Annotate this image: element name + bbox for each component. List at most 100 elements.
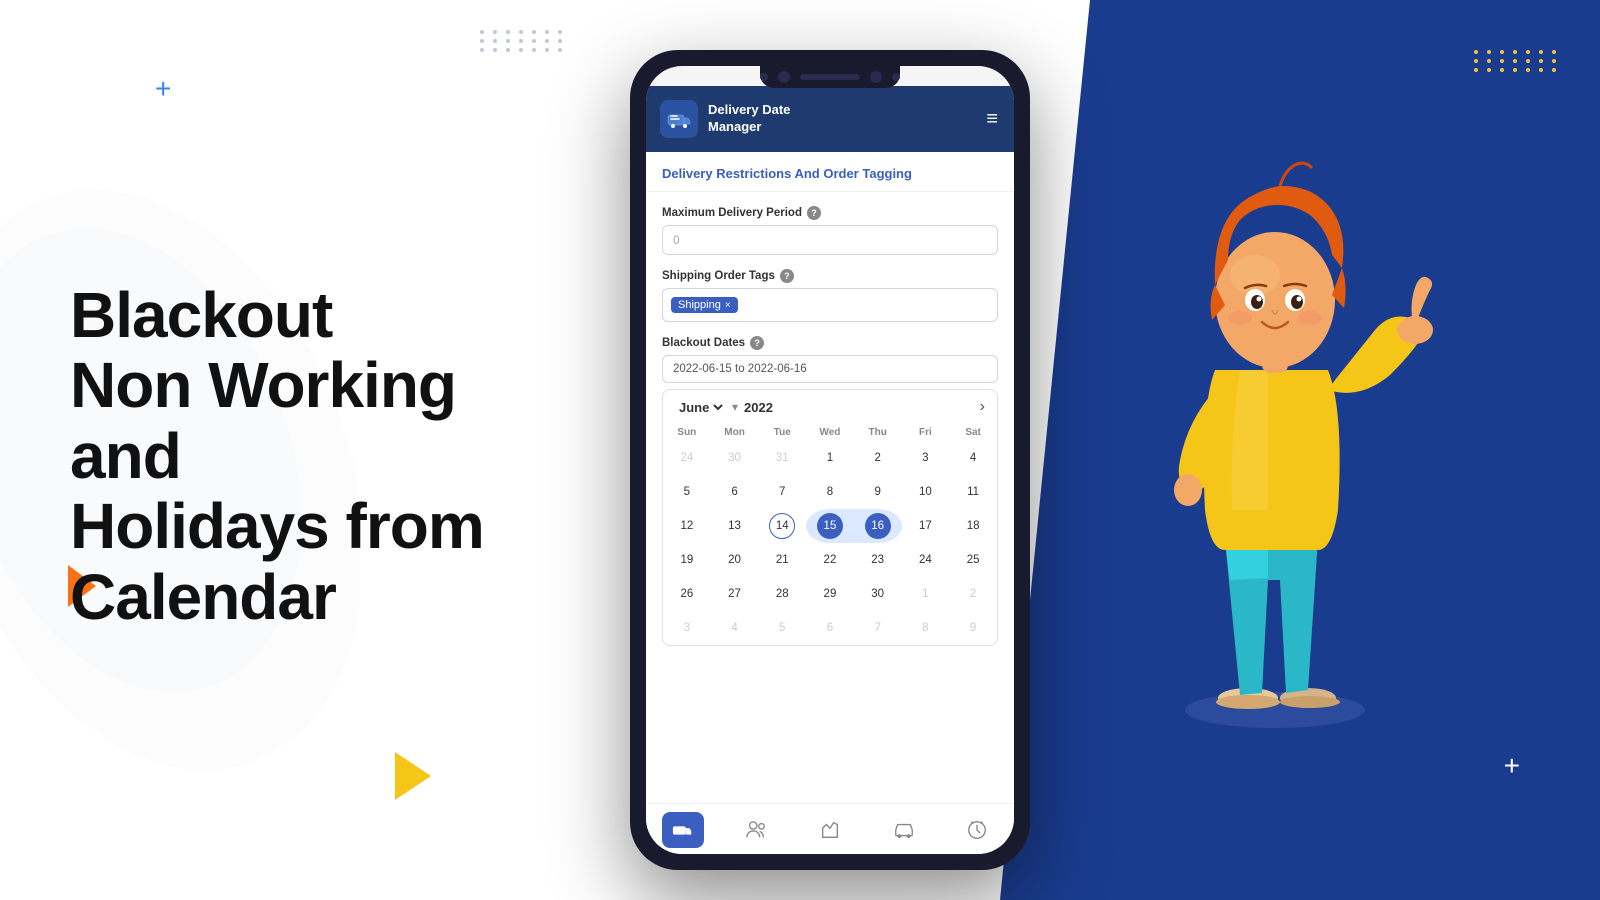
cal-day[interactable]: 1 bbox=[806, 441, 854, 475]
nav-item-stats[interactable] bbox=[809, 812, 851, 848]
cal-day[interactable]: 9 bbox=[854, 475, 902, 509]
cal-day[interactable]: 29 bbox=[806, 577, 854, 611]
cal-day[interactable]: 2 bbox=[949, 577, 997, 611]
cal-day[interactable]: 18 bbox=[949, 509, 997, 543]
phone-notch bbox=[760, 66, 900, 88]
bottom-nav bbox=[646, 803, 1014, 854]
cal-day[interactable]: 6 bbox=[806, 611, 854, 645]
hamburger-menu[interactable]: ≡ bbox=[986, 108, 998, 131]
blackout-dates-group: Blackout Dates ? June ▾ 2022 bbox=[662, 336, 998, 646]
weekday-wed: Wed bbox=[806, 424, 854, 441]
cal-day[interactable]: 4 bbox=[711, 611, 759, 645]
phone-mockup: Delivery Date Manager ≡ Delivery Restric… bbox=[630, 50, 1030, 870]
cal-day[interactable]: 9 bbox=[949, 611, 997, 645]
cal-day[interactable]: 21 bbox=[758, 543, 806, 577]
cal-day[interactable]: 8 bbox=[902, 611, 950, 645]
cal-day[interactable]: 14 bbox=[758, 509, 806, 543]
cal-day[interactable]: 1 bbox=[902, 577, 950, 611]
decorative-dots-right bbox=[1474, 50, 1560, 72]
cal-day-16[interactable]: 16 bbox=[854, 509, 902, 543]
cal-day[interactable]: 3 bbox=[902, 441, 950, 475]
tag-label: Shipping bbox=[678, 299, 721, 311]
cal-day[interactable]: 27 bbox=[711, 577, 759, 611]
cal-day[interactable]: 19 bbox=[663, 543, 711, 577]
cal-day[interactable]: 5 bbox=[758, 611, 806, 645]
calendar-next-button[interactable]: › bbox=[980, 398, 985, 416]
weekday-mon: Mon bbox=[711, 424, 759, 441]
max-delivery-help-icon[interactable]: ? bbox=[807, 206, 821, 220]
cal-day-15[interactable]: 15 bbox=[806, 509, 854, 543]
cal-day[interactable]: 5 bbox=[663, 475, 711, 509]
cal-day[interactable]: 2 bbox=[854, 441, 902, 475]
cal-day[interactable]: 22 bbox=[806, 543, 854, 577]
nav-item-users[interactable] bbox=[735, 812, 777, 848]
section-title: Delivery Restrictions And Order Tagging bbox=[646, 152, 1014, 192]
cal-day[interactable]: 8 bbox=[806, 475, 854, 509]
tag-remove-icon[interactable]: × bbox=[725, 300, 731, 311]
cal-day[interactable]: 12 bbox=[663, 509, 711, 543]
cal-day[interactable]: 30 bbox=[711, 441, 759, 475]
cal-day[interactable]: 4 bbox=[949, 441, 997, 475]
cal-day[interactable]: 13 bbox=[711, 509, 759, 543]
calendar-week-6: 3 4 5 6 7 8 9 bbox=[663, 611, 997, 645]
calendar-year: 2022 bbox=[744, 400, 773, 415]
calendar-week-3: 12 13 14 15 16 17 18 bbox=[663, 509, 997, 543]
weekday-sat: Sat bbox=[949, 424, 997, 441]
calendar-week-5: 26 27 28 29 30 1 2 bbox=[663, 577, 997, 611]
weekday-sun: Sun bbox=[663, 424, 711, 441]
max-delivery-group: Maximum Delivery Period ? bbox=[662, 206, 998, 255]
nav-stats-icon bbox=[809, 812, 851, 848]
heading-line4: Calendar bbox=[70, 561, 336, 633]
phone-screen: Delivery Date Manager ≡ Delivery Restric… bbox=[646, 66, 1014, 854]
cal-day[interactable]: 6 bbox=[711, 475, 759, 509]
shipping-tags-label: Shipping Order Tags ? bbox=[662, 269, 998, 283]
calendar-week-2: 5 6 7 8 9 10 11 bbox=[663, 475, 997, 509]
left-heading: Blackout Non Working and Holidays from C… bbox=[70, 280, 570, 632]
cal-day[interactable]: 7 bbox=[758, 475, 806, 509]
weekday-fri: Fri bbox=[902, 424, 950, 441]
blackout-dates-help-icon[interactable]: ? bbox=[750, 336, 764, 350]
nav-item-delivery[interactable] bbox=[662, 812, 704, 848]
plus-icon-right: + bbox=[1504, 752, 1520, 780]
phone-outer: Delivery Date Manager ≡ Delivery Restric… bbox=[630, 50, 1030, 870]
max-delivery-label: Maximum Delivery Period ? bbox=[662, 206, 998, 220]
cal-day[interactable]: 10 bbox=[902, 475, 950, 509]
nav-users-icon bbox=[735, 812, 777, 848]
cal-day[interactable]: 30 bbox=[854, 577, 902, 611]
app-logo bbox=[660, 100, 698, 138]
cal-day[interactable]: 20 bbox=[711, 543, 759, 577]
app-header: Delivery Date Manager ≡ bbox=[646, 86, 1014, 152]
decorative-dots-center bbox=[480, 30, 566, 52]
app-content: Delivery Restrictions And Order Tagging … bbox=[646, 152, 1014, 854]
weekday-tue: Tue bbox=[758, 424, 806, 441]
calendar-week-1: 24 30 31 1 2 3 4 bbox=[663, 441, 997, 475]
cal-day[interactable]: 23 bbox=[854, 543, 902, 577]
blackout-dates-label: Blackout Dates ? bbox=[662, 336, 998, 350]
cal-day[interactable]: 24 bbox=[663, 441, 711, 475]
date-range-input[interactable] bbox=[662, 355, 998, 383]
weekday-thu: Thu bbox=[854, 424, 902, 441]
cal-day[interactable]: 26 bbox=[663, 577, 711, 611]
cal-day[interactable]: 31 bbox=[758, 441, 806, 475]
tags-input-field[interactable]: Shipping × bbox=[662, 288, 998, 322]
cal-day[interactable]: 11 bbox=[949, 475, 997, 509]
cal-day[interactable]: 3 bbox=[663, 611, 711, 645]
cal-day[interactable]: 17 bbox=[902, 509, 950, 543]
nav-item-schedule[interactable] bbox=[956, 812, 998, 848]
month-select[interactable]: June bbox=[675, 399, 726, 416]
shipping-tags-help-icon[interactable]: ? bbox=[780, 269, 794, 283]
calendar: June ▾ 2022 › Sun Mon bbox=[662, 389, 998, 646]
app-title: Delivery Date Manager bbox=[708, 102, 790, 136]
cal-day[interactable]: 7 bbox=[854, 611, 902, 645]
shipping-tag: Shipping × bbox=[671, 297, 738, 313]
cal-day[interactable]: 25 bbox=[949, 543, 997, 577]
character-illustration bbox=[1100, 90, 1450, 770]
cal-day[interactable]: 28 bbox=[758, 577, 806, 611]
calendar-grid: Sun Mon Tue Wed Thu Fri Sat bbox=[663, 424, 997, 645]
cal-day[interactable]: 24 bbox=[902, 543, 950, 577]
nav-vehicle-icon bbox=[883, 812, 925, 848]
nav-schedule-icon bbox=[956, 812, 998, 848]
heading-line1: Blackout bbox=[70, 279, 332, 351]
max-delivery-input[interactable] bbox=[662, 225, 998, 255]
nav-item-vehicle[interactable] bbox=[883, 812, 925, 848]
